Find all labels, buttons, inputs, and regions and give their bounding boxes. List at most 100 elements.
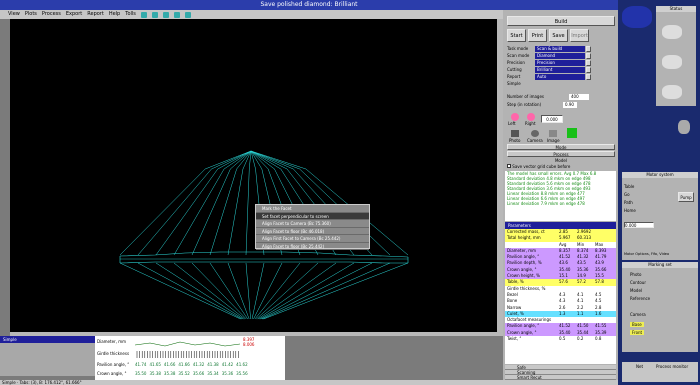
print-button[interactable]: Print <box>528 29 547 42</box>
build-button[interactable]: Build <box>507 16 615 26</box>
graph-value: 35.66 <box>192 371 205 376</box>
table-facet-edge <box>250 150 275 170</box>
image-icon[interactable] <box>549 130 557 137</box>
diamond-3d-view[interactable]: Mark the Facet Set facet perpendicular t… <box>10 19 497 332</box>
ctx-mark-facet[interactable]: Mark the Facet <box>256 205 369 213</box>
table-facet-edge <box>250 150 300 170</box>
toolbar-icon[interactable] <box>173 11 180 18</box>
menu-export[interactable]: Export <box>66 10 82 19</box>
shell-icon[interactable] <box>662 85 682 99</box>
menu-tolls[interactable]: Tolls <box>125 10 136 19</box>
photo-icon[interactable] <box>511 130 519 137</box>
ctx-facet-perpendicular[interactable]: Set facet perpendicular to screen <box>256 212 369 220</box>
menu-report[interactable]: Report <box>87 10 104 19</box>
save-button[interactable]: Save <box>549 29 568 42</box>
pavilion-facet-edge <box>155 262 244 320</box>
chevron-down-icon[interactable] <box>586 67 591 73</box>
graph-value: 35.34 <box>207 371 219 376</box>
crown-facet-edge <box>173 168 225 256</box>
diameter-min: 8.006 <box>243 342 255 347</box>
graph-value: 41.42 <box>221 362 234 367</box>
window-title: Save polished diamond: Brilliant <box>0 0 618 10</box>
graph-value: 41.66 <box>163 362 176 367</box>
parameter-min: 0.2 <box>577 336 584 342</box>
graph-value: 35.50 <box>135 371 147 376</box>
parameter-name: Twist, ° <box>507 336 522 342</box>
desktop-icon[interactable] <box>622 6 652 28</box>
mode-section[interactable]: Mode <box>507 144 615 150</box>
image-label: Image <box>547 138 560 143</box>
pavilion-facet-edge <box>257 262 337 320</box>
crown-facet-edge <box>119 168 206 256</box>
process-section[interactable]: Process <box>507 151 615 157</box>
crown-label: Crown angle, ° <box>97 371 127 376</box>
graph-value: 35.52 <box>178 371 190 376</box>
girdle-label: Girdle thickness <box>97 351 130 356</box>
menu-view[interactable]: View <box>8 10 20 19</box>
desktop-area: Status Motor system Table Go Path Home P… <box>618 0 700 385</box>
graph-value: 41.74 <box>135 362 147 367</box>
parameter-avg: 0.5 <box>559 336 566 342</box>
left-light-icon[interactable] <box>511 113 519 121</box>
photo-label: Photo <box>509 138 521 143</box>
parameter-row: Twist, ° 0.5 0.2 0.8 <box>505 336 616 342</box>
camera-label: Camera <box>527 138 543 143</box>
graph-value: 41.66 <box>178 362 190 367</box>
field-scan-mode[interactable]: Scan mode Diamond <box>507 53 615 59</box>
graph-value: 35.36 <box>221 371 234 376</box>
field-task-mode[interactable]: Task mode Scan & build <box>507 46 615 52</box>
pavilion-facet-edge <box>173 262 245 320</box>
app-root: Save polished diamond: Brilliant View Pl… <box>0 0 700 385</box>
right-value-field[interactable]: 0.000 <box>541 115 563 123</box>
crown-facet-edge <box>137 168 212 256</box>
start-button[interactable]: Start <box>507 29 526 42</box>
toolbar-icon[interactable] <box>140 11 147 18</box>
number-of-images-input[interactable]: 400 <box>569 94 589 100</box>
menu-help[interactable]: Help <box>109 10 120 19</box>
shell-icon[interactable] <box>662 55 682 69</box>
table-facet-edge <box>250 150 294 170</box>
parameters-header: Parameters <box>505 222 616 229</box>
checkbox-icon[interactable] <box>507 164 511 168</box>
parameter-max: 0.8 <box>595 336 602 342</box>
graph-value: 41.65 <box>149 362 161 367</box>
ctx-align-camera[interactable]: Align Facet to Camera (Bc 75.360) <box>256 220 369 228</box>
pavilion-facet-edge <box>209 262 248 320</box>
trash-icon[interactable] <box>678 120 690 134</box>
ctx-align-first-camera[interactable]: Align First Facet to Camera (Bc 25.442) <box>256 235 369 243</box>
right-label: Right <box>525 121 536 126</box>
pavilion-facet-edge <box>259 262 355 320</box>
graph-value: 41.38 <box>207 362 219 367</box>
toolbar-icon[interactable] <box>184 11 191 18</box>
menu-process[interactable]: Process <box>42 10 61 19</box>
ctx-align-floor[interactable]: Align Facet to floor (Bc 46.018) <box>256 228 369 235</box>
chevron-down-icon[interactable] <box>586 74 591 80</box>
crown-facet-edge <box>209 168 237 256</box>
table-facet-edge <box>230 150 252 170</box>
context-menu: Mark the Facet Set facet perpendicular t… <box>255 204 370 250</box>
crown-facet-edge <box>191 168 231 256</box>
right-control-panel: Build Start Print Save Import Task mode S… <box>503 10 618 385</box>
camera-icon[interactable] <box>531 130 539 137</box>
motor-system-window: Motor system Table Go Path Home Pump 0.0… <box>622 172 698 260</box>
status-bar: Simple · Tabs: (3), B: 176.412°, 61.666° <box>0 380 618 385</box>
save-checkbox[interactable]: Save vector grid cube before <box>507 164 615 170</box>
graph-value: 35.38 <box>163 371 176 376</box>
toolbar-icon[interactable] <box>162 11 169 18</box>
menu-plots[interactable]: Plots <box>25 10 37 19</box>
field-report[interactable]: Report Auto <box>507 74 615 80</box>
import-button[interactable]: Import <box>570 29 589 42</box>
toolbar-icon[interactable] <box>151 11 158 18</box>
step-input[interactable]: 0.90 <box>563 102 577 108</box>
pavilion-facet-edge <box>245 262 251 320</box>
field-precision[interactable]: Precision Precision <box>507 60 615 66</box>
right-light-icon[interactable] <box>527 113 535 121</box>
chevron-down-icon[interactable] <box>586 46 591 52</box>
ctx-align-floor-2[interactable]: Align Facet to floor (Bc 25.442) <box>256 243 369 250</box>
message-line: Linear deviation 7.9 mkm on edge 478 <box>507 201 585 206</box>
chevron-down-icon[interactable] <box>586 60 591 66</box>
shell-icon[interactable] <box>662 25 682 39</box>
field-simple[interactable]: Simple <box>507 81 615 87</box>
field-cutting[interactable]: Cutting Brilliant <box>507 67 615 73</box>
chevron-down-icon[interactable] <box>586 53 591 59</box>
